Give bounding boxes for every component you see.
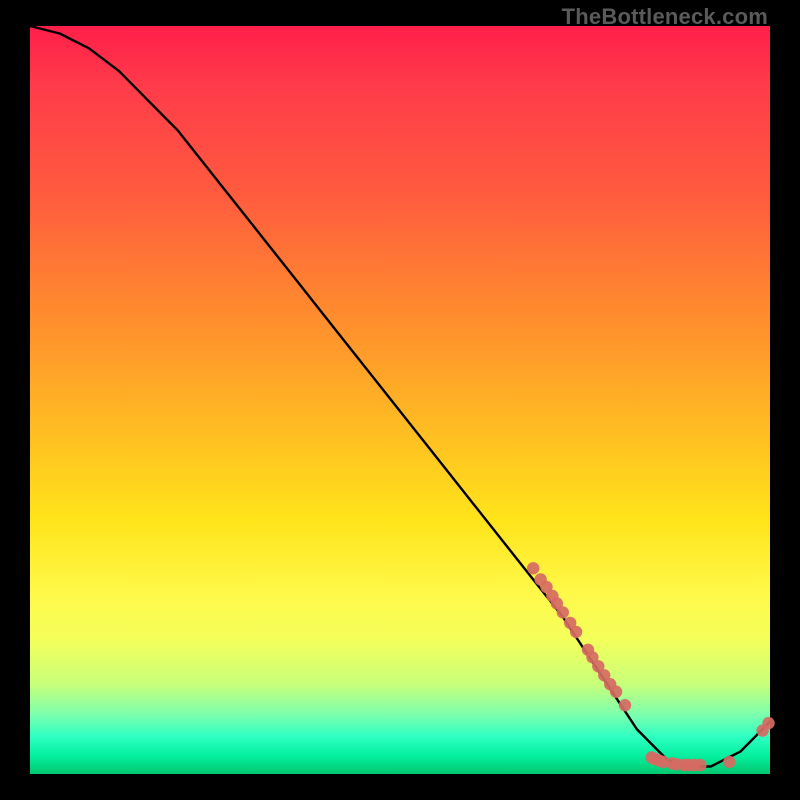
data-point: [762, 717, 774, 729]
data-point: [557, 606, 569, 618]
data-point: [619, 699, 631, 711]
data-point: [527, 562, 539, 574]
curve-markers: [527, 562, 775, 771]
chart-svg: [30, 26, 770, 774]
chart-frame: TheBottleneck.com: [0, 0, 800, 800]
data-point: [570, 626, 582, 638]
data-point: [723, 756, 735, 768]
bottleneck-curve: [30, 26, 770, 767]
data-point: [610, 686, 622, 698]
plot-area: [30, 26, 770, 774]
data-point: [694, 759, 706, 771]
